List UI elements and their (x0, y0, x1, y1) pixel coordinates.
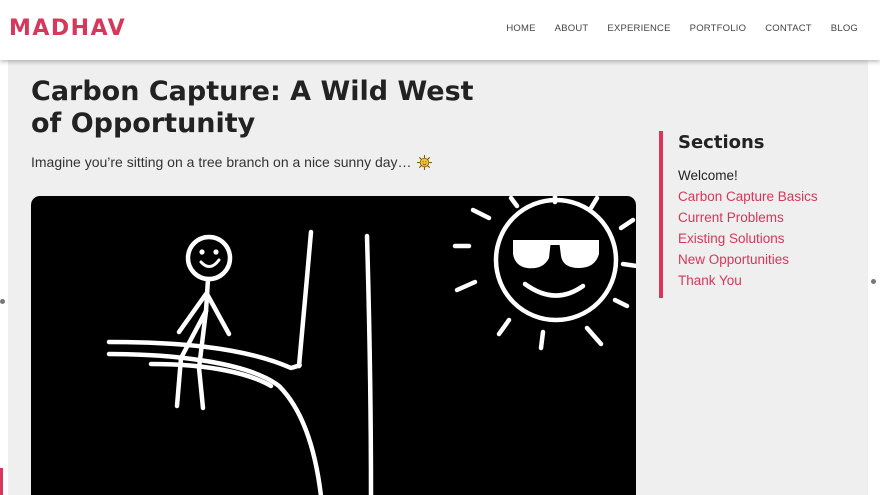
sections-list: Welcome! Carbon Capture Basics Current P… (678, 165, 859, 291)
section-link-current-problems[interactable]: Current Problems (678, 207, 859, 228)
main-nav: HOME ABOUT EXPERIENCE PORTFOLIO CONTACT … (487, 23, 858, 34)
site-logo[interactable]: MADHAV (9, 16, 126, 41)
sections-sidebar: Sections Welcome! Carbon Capture Basics … (659, 131, 859, 298)
stick-figure-illustration-icon (106, 196, 636, 495)
article-intro: Imagine you’re sitting on a tree branch … (31, 154, 432, 170)
nav-blog[interactable]: BLOG (831, 23, 858, 34)
sun-emoji-icon (416, 154, 432, 170)
section-link-existing-solutions[interactable]: Existing Solutions (678, 228, 859, 249)
nav-about[interactable]: ABOUT (555, 23, 589, 34)
section-link-thank-you[interactable]: Thank You (678, 270, 859, 291)
article-page: Carbon Capture: A Wild West of Opportuni… (8, 60, 868, 495)
top-navigation-bar: MADHAV HOME ABOUT EXPERIENCE PORTFOLIO C… (0, 0, 880, 60)
article-illustration (31, 196, 636, 495)
nav-home[interactable]: HOME (506, 23, 535, 34)
section-link-welcome[interactable]: Welcome! (678, 165, 859, 186)
edge-tab[interactable] (0, 468, 3, 495)
intro-text: Imagine you’re sitting on a tree branch … (31, 154, 412, 170)
nav-experience[interactable]: EXPERIENCE (607, 23, 670, 34)
carousel-dot-left[interactable] (0, 299, 5, 304)
sections-heading: Sections (678, 132, 765, 153)
section-link-new-opportunities[interactable]: New Opportunities (678, 249, 859, 270)
nav-contact[interactable]: CONTACT (765, 23, 812, 34)
nav-portfolio[interactable]: PORTFOLIO (690, 23, 747, 34)
carousel-dot-right[interactable] (871, 279, 876, 284)
section-link-carbon-capture-basics[interactable]: Carbon Capture Basics (678, 186, 859, 207)
article-title: Carbon Capture: A Wild West of Opportuni… (31, 76, 474, 139)
